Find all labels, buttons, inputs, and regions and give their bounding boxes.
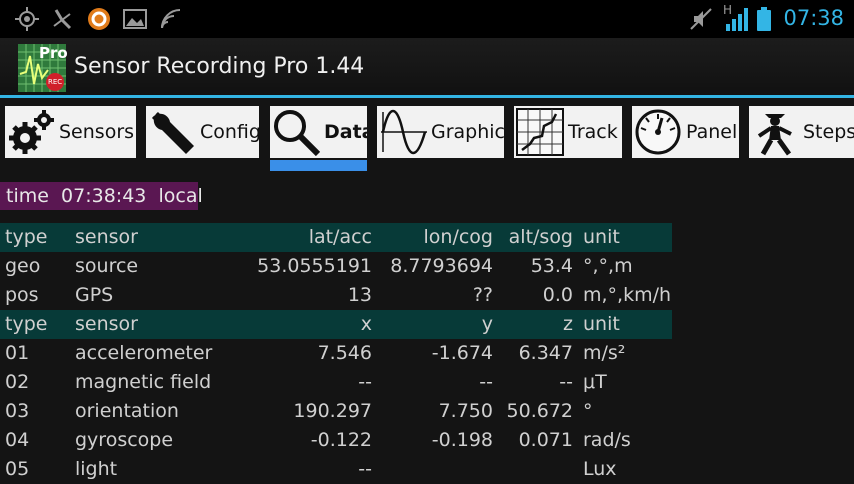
tab-graphic-label: Graphic [431,121,504,143]
time-row: time 07:38:43 local [0,182,203,210]
table-row: 02 magnetic field -- -- -- μT [0,368,672,397]
table-cell: 6.347 [518,342,573,364]
geo-table-header: type sensor lat/acc lon/cog alt/sog unit [0,223,672,252]
avast-icon [88,8,110,30]
header-cell: sensor [75,313,138,335]
mute-icon [690,8,712,30]
wifi-calling-icon [161,9,181,29]
table-cell: rad/s [583,429,631,451]
table-cell: °,°,m [583,255,633,277]
missed-call-icon [53,9,72,30]
table-cell: m/s² [583,342,626,364]
tab-config-label: Config [200,121,259,143]
app-icon-badge: Pro [39,44,68,62]
header-cell: z [563,313,573,335]
table-cell: 02 [5,371,30,393]
table-cell: source [75,255,139,277]
table-row: 04 gyroscope -0.122 -0.198 0.071 rad/s [0,426,672,455]
table-cell: 53.0555191 [257,255,372,277]
gauge-icon [635,109,681,155]
app-icon[interactable]: Pro REC [18,44,68,92]
header-cell: alt/sog [508,226,573,248]
header-cell: y [481,313,493,335]
tab-sensors-label: Sensors [59,121,135,143]
table-row: pos GPS 13 ?? 0.0 m,°,km/h [0,281,672,310]
walking-man-icon [757,114,792,156]
signal-icon: H [722,3,750,32]
table-cell: 0.0 [542,284,573,306]
tab-data-label: Data [324,121,367,143]
tab-sensors[interactable]: Sensors [5,106,136,158]
table-cell: -0.198 [431,429,493,451]
table-cell: orientation [75,400,179,422]
time-value: 07:38:43 [61,185,147,207]
table-cell: 01 [5,342,30,364]
table-cell: -- [358,371,372,393]
track-map-icon [516,108,564,156]
table-cell: geo [5,255,41,277]
wrench-icon [152,112,194,154]
status-clock: 07:38 [783,6,844,30]
table-cell: gyroscope [75,429,174,451]
table-row: 03 orientation 190.297 7.750 50.672 ° [0,397,672,426]
table-cell: 03 [5,400,30,422]
status-bar: H 07:38 [0,0,854,38]
header-cell: lat/acc [308,226,372,248]
table-cell: m,°,km/h [583,284,672,306]
tab-config[interactable]: Config [146,106,259,158]
tab-track-label: Track [568,121,618,143]
table-row: 01 accelerometer 7.546 -1.674 6.347 m/s² [0,339,672,368]
table-cell: -1.674 [431,342,493,364]
header-cell: x [360,313,372,335]
header-cell: lon/cog [423,226,493,248]
time-zone: local [158,185,203,207]
table-cell: 0.071 [518,429,573,451]
tab-data[interactable]: Data [270,106,367,158]
table-cell: -- [559,371,573,393]
table-cell: 04 [5,429,30,451]
header-cell: unit [583,226,620,248]
table-cell: μT [583,371,607,393]
table-cell: 7.546 [317,342,372,364]
tab-graphic[interactable]: Graphic [377,106,504,158]
active-tab-indicator [270,160,367,171]
header-cell: unit [583,313,620,335]
action-bar: Pro REC Sensor Recording Pro 1.44 [0,38,854,96]
tab-panel-label: Panel [686,121,738,143]
table-row: geo source 53.0555191 8.7793694 53.4 °,°… [0,252,672,281]
table-cell: ° [583,400,593,422]
time-label: time [6,185,49,207]
gps-icon [15,7,39,31]
header-cell: type [5,313,48,335]
table-cell: 50.672 [506,400,573,422]
sensor-table-header: type sensor x y z unit [0,310,672,339]
header-cell: type [5,226,48,248]
tab-panel[interactable]: Panel [632,106,739,158]
table-cell: -- [479,371,493,393]
table-cell: -0.122 [310,429,372,451]
table-cell: 8.7793694 [390,255,493,277]
magnifier-icon [274,110,320,156]
table-cell: accelerometer [75,342,213,364]
gears-icon [9,110,54,154]
table-cell: magnetic field [75,371,212,393]
tab-steps[interactable]: Steps [749,106,854,158]
battery-icon [757,7,771,31]
app-icon-rec: REC [48,78,63,86]
table-cell: 13 [347,284,372,306]
tab-steps-label: Steps [803,121,854,143]
action-bar-divider [0,95,854,98]
tab-track[interactable]: Track [514,106,622,158]
table-cell: GPS [75,284,114,306]
table-cell: 7.750 [438,400,493,422]
header-cell: sensor [75,226,138,248]
gallery-icon [123,9,147,29]
table-cell: 53.4 [530,255,573,277]
table-cell: 190.297 [293,400,372,422]
table-cell: pos [5,284,39,306]
app-title: Sensor Recording Pro 1.44 [74,54,365,79]
table-cell: ?? [472,284,493,306]
sine-wave-icon [381,110,427,154]
